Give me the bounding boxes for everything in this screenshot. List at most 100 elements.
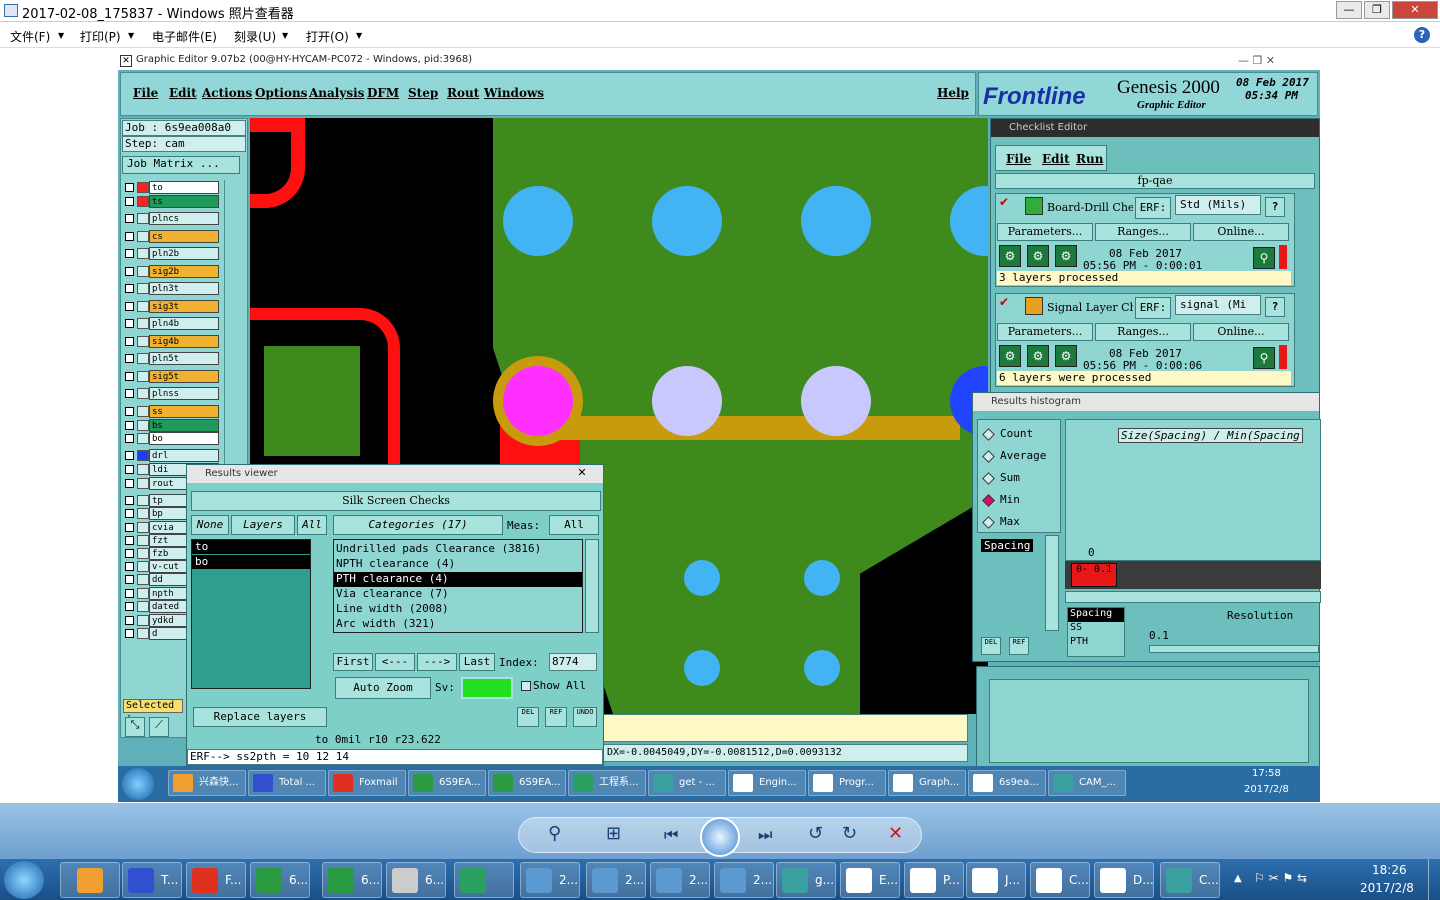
layer-color-swatch[interactable] <box>137 478 149 489</box>
inner-taskbar-item[interactable]: 兴森快... <box>168 770 246 796</box>
taskbar-item[interactable] <box>454 862 514 898</box>
layer-checkbox[interactable] <box>125 354 134 363</box>
ref-button[interactable]: REF <box>1009 637 1029 655</box>
taskbar-item[interactable]: 2... <box>586 862 646 898</box>
inner-taskbar-item[interactable]: 6s9ea... <box>968 770 1046 796</box>
erf-value[interactable]: Std (Mils) <box>1175 195 1261 215</box>
help-icon[interactable]: ? <box>1265 197 1285 217</box>
ranges-button[interactable]: Ranges... <box>1095 223 1191 241</box>
run-icon[interactable]: ⚙ <box>999 345 1021 367</box>
menu-rout[interactable]: Rout <box>447 86 479 100</box>
layer-checkbox[interactable] <box>125 267 134 276</box>
slideshow-button[interactable] <box>700 817 740 857</box>
layer-color-swatch[interactable] <box>137 406 149 417</box>
del-button[interactable]: DEL <box>517 707 539 727</box>
categories-button[interactable]: Categories (17) <box>333 515 503 535</box>
layer-color-swatch[interactable] <box>137 301 149 312</box>
inner-taskbar-item[interactable]: Progr... <box>808 770 886 796</box>
layer-button[interactable]: sig5t <box>149 370 219 383</box>
taskbar-item[interactable]: J... <box>966 862 1026 898</box>
layer-color-swatch[interactable] <box>137 182 149 193</box>
histogram-option[interactable]: Min <box>982 492 1062 510</box>
del-button[interactable]: DEL <box>981 637 1001 655</box>
online-button[interactable]: Online... <box>1193 223 1289 241</box>
rotate-right-icon[interactable]: ↻ <box>842 823 857 844</box>
inner-taskbar-item[interactable]: 6S9EA... <box>488 770 566 796</box>
taskbar-item[interactable] <box>60 862 120 898</box>
layer-row[interactable]: to <box>123 181 223 194</box>
layer-results-list[interactable]: to bo <box>191 539 311 689</box>
delete-icon[interactable]: ✕ <box>888 823 903 844</box>
taskbar-item[interactable]: 6... <box>250 862 310 898</box>
taskbar-item[interactable]: g... <box>776 862 836 898</box>
layer-color-swatch[interactable] <box>137 464 149 475</box>
menu-windows[interactable]: Windows <box>484 86 544 100</box>
layer-checkbox[interactable] <box>125 465 134 474</box>
ranges-button[interactable]: Ranges... <box>1095 323 1191 341</box>
histogram-scrollbar[interactable] <box>1065 591 1321 603</box>
layer-color-swatch[interactable] <box>137 371 149 382</box>
prev-button[interactable]: <--- <box>375 653 415 671</box>
layer-button[interactable]: plnss <box>149 387 219 400</box>
layer-button[interactable]: bo <box>149 432 219 445</box>
last-button[interactable]: Last <box>459 653 495 671</box>
category-item[interactable]: NPTH clearance (4) <box>334 557 582 572</box>
layer-checkbox[interactable] <box>125 549 134 558</box>
radio-diamond-icon[interactable] <box>982 516 995 529</box>
layer-row[interactable]: sig2b <box>123 265 223 278</box>
inner-taskbar-item[interactable]: Graph... <box>888 770 966 796</box>
taskbar-item[interactable]: C... <box>1160 862 1220 898</box>
previous-icon[interactable]: ⏮ <box>664 825 678 845</box>
next-button[interactable]: ---> <box>417 653 457 671</box>
list-item[interactable]: bo <box>192 555 310 569</box>
layer-color-swatch[interactable] <box>137 588 149 599</box>
category-item[interactable]: Undrilled pads Clearance (3816) <box>334 542 582 557</box>
run-icon[interactable]: ⚙ <box>1055 345 1077 367</box>
menu-edit[interactable]: Edit <box>169 86 197 100</box>
measure-item[interactable]: Spacing <box>981 539 1034 552</box>
layer-checkbox[interactable] <box>125 284 134 293</box>
layer-row[interactable]: bs <box>123 419 223 432</box>
menu-step[interactable]: Step <box>408 86 438 100</box>
taskbar-item[interactable]: F... <box>186 862 246 898</box>
layer-color-swatch[interactable] <box>137 266 149 277</box>
category-list[interactable]: Undrilled pads Clearance (3816) NPTH clea… <box>333 539 583 633</box>
menu-edit[interactable]: Edit <box>1042 152 1070 166</box>
show-desktop-button[interactable] <box>1428 859 1440 900</box>
layer-checkbox[interactable] <box>125 575 134 584</box>
layer-button[interactable]: pln2b <box>149 247 219 260</box>
layer-color-swatch[interactable] <box>137 574 149 585</box>
layer-color-swatch[interactable] <box>137 388 149 399</box>
layer-checkbox[interactable] <box>125 421 134 430</box>
menu-file[interactable]: File <box>1006 152 1031 166</box>
parameters-button[interactable]: Parameters... <box>997 223 1093 241</box>
layer-color-swatch[interactable] <box>137 248 149 259</box>
menu-file[interactable]: 文件(F) <box>10 28 50 45</box>
window-controls[interactable]: — ❐ ✕ <box>1238 54 1275 67</box>
layer-button[interactable]: pln3t <box>149 282 219 295</box>
index-input[interactable]: 8774 <box>549 653 597 671</box>
radio-diamond-icon[interactable] <box>982 450 995 463</box>
layer-color-swatch[interactable] <box>137 628 149 639</box>
layer-color-swatch[interactable] <box>137 231 149 242</box>
layer-button[interactable]: sig4b <box>149 335 219 348</box>
layer-checkbox[interactable] <box>125 479 134 488</box>
layer-checkbox[interactable] <box>125 407 134 416</box>
layer-checkbox[interactable] <box>125 536 134 545</box>
layer-color-swatch[interactable] <box>137 522 149 533</box>
layer-checkbox[interactable] <box>125 451 134 460</box>
layer-row[interactable]: pln2b <box>123 247 223 260</box>
start-orb-icon[interactable] <box>122 768 154 800</box>
check-enabled-icon[interactable]: ✔ <box>999 196 1011 209</box>
inner-taskbar-item[interactable]: 6S9EA... <box>408 770 486 796</box>
rotate-left-icon[interactable]: ↺ <box>808 823 823 844</box>
run-icon[interactable]: ⚙ <box>1055 245 1077 267</box>
menu-help[interactable]: Help <box>937 86 969 100</box>
layer-checkbox[interactable] <box>125 319 134 328</box>
inner-taskbar-item[interactable]: CAM_... <box>1048 770 1126 796</box>
layer-button[interactable]: ts <box>149 195 219 208</box>
taskbar-item[interactable]: T... <box>122 862 182 898</box>
layer-checkbox[interactable] <box>125 183 134 192</box>
next-icon[interactable]: ⏭ <box>758 825 772 845</box>
zoom-tool-icon[interactable]: ⤡ <box>125 717 145 737</box>
